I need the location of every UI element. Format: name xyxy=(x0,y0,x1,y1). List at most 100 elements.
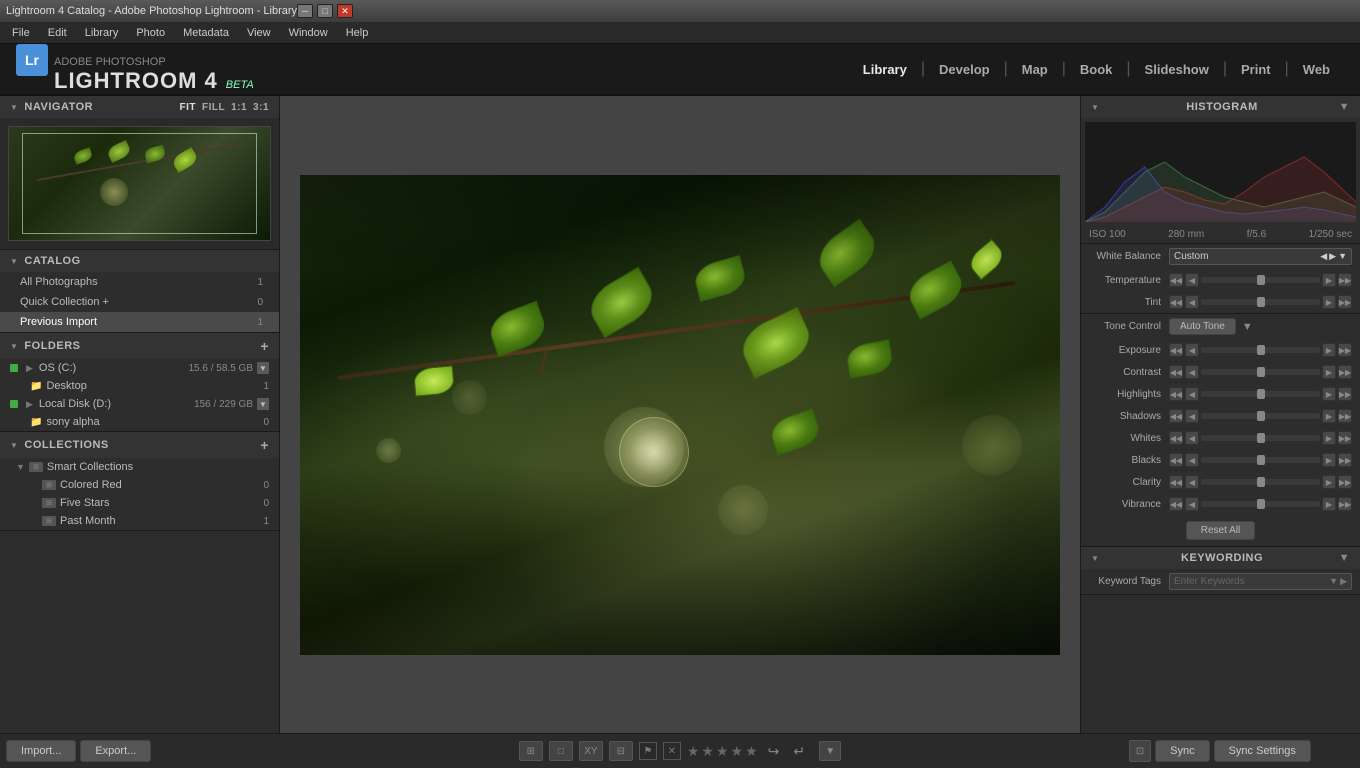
menu-edit[interactable]: Edit xyxy=(40,25,75,41)
nav-3to1-btn[interactable]: 3:1 xyxy=(253,102,269,113)
vibrance-increment[interactable]: ▶▶ xyxy=(1338,497,1352,511)
highlights-inc[interactable]: ▶ xyxy=(1322,387,1336,401)
loupe-view-btn[interactable]: □ xyxy=(549,741,573,761)
contrast-slider[interactable] xyxy=(1201,369,1320,375)
blacks-dec[interactable]: ◀ xyxy=(1185,453,1199,467)
highlights-slider[interactable] xyxy=(1201,391,1320,397)
exposure-inc[interactable]: ▶ xyxy=(1322,343,1336,357)
menu-photo[interactable]: Photo xyxy=(128,25,173,41)
folder-desktop[interactable]: 📁 Desktop 1 xyxy=(0,377,279,395)
vibrance-inc[interactable]: ▶ xyxy=(1322,497,1336,511)
contrast-increment[interactable]: ▶▶ xyxy=(1338,365,1352,379)
menu-library[interactable]: Library xyxy=(77,25,127,41)
blacks-decrement[interactable]: ◀◀ xyxy=(1169,453,1183,467)
folder-os-c[interactable]: ▶ OS (C:) 15.6 / 58.5 GB ▼ xyxy=(0,359,279,377)
folders-header[interactable]: ▼ Folders + xyxy=(0,333,279,359)
menu-view[interactable]: View xyxy=(239,25,279,41)
tint-increment[interactable]: ▶▶ xyxy=(1338,295,1352,309)
keyword-input[interactable]: Enter Keywords ▼▶ xyxy=(1169,573,1352,590)
blacks-increment[interactable]: ▶▶ xyxy=(1338,453,1352,467)
navigator-header[interactable]: ▼ Navigator FIT FILL 1:1 3:1 xyxy=(0,96,279,118)
clarity-dec[interactable]: ◀ xyxy=(1185,475,1199,489)
collections-add-btn[interactable]: + xyxy=(260,437,269,453)
contrast-decrement[interactable]: ◀◀ xyxy=(1169,365,1183,379)
nav-1to1-btn[interactable]: 1:1 xyxy=(231,102,247,113)
survey-view-btn[interactable]: ⊟ xyxy=(609,741,633,761)
whites-dec[interactable]: ◀ xyxy=(1185,431,1199,445)
vibrance-slider[interactable] xyxy=(1201,501,1320,507)
folder-sony-alpha[interactable]: 📁 sony alpha 0 xyxy=(0,413,279,431)
collection-colored-red[interactable]: ⊞ Colored Red 0 xyxy=(0,476,279,494)
clarity-inc[interactable]: ▶ xyxy=(1322,475,1336,489)
star-5[interactable]: ★ xyxy=(745,743,758,760)
star-1[interactable]: ★ xyxy=(687,743,700,760)
smart-collections-group[interactable]: ▼ ⊞ Smart Collections xyxy=(0,458,279,476)
temperature-slider[interactable] xyxy=(1201,277,1320,283)
tint-decrement[interactable]: ◀◀ xyxy=(1169,295,1183,309)
tint-dec[interactable]: ◀ xyxy=(1185,295,1199,309)
import-button[interactable]: Import... xyxy=(6,740,76,762)
exposure-decrement[interactable]: ◀◀ xyxy=(1169,343,1183,357)
shadows-dec[interactable]: ◀ xyxy=(1185,409,1199,423)
catalog-all-photos[interactable]: All Photographs 1 xyxy=(0,272,279,292)
menu-window[interactable]: Window xyxy=(281,25,336,41)
shadows-inc[interactable]: ▶ xyxy=(1322,409,1336,423)
sync-icon-btn[interactable]: ⊡ xyxy=(1129,740,1151,762)
nav-fit-btn[interactable]: FIT xyxy=(179,102,196,113)
exposure-increment[interactable]: ▶▶ xyxy=(1338,343,1352,357)
collection-five-stars[interactable]: ⊞ Five Stars 0 xyxy=(0,494,279,512)
auto-tone-button[interactable]: Auto Tone xyxy=(1169,318,1236,335)
folder-d-dropdown[interactable]: ▼ xyxy=(257,398,269,410)
close-button[interactable]: ✕ xyxy=(337,4,353,18)
vibrance-dec[interactable]: ◀ xyxy=(1185,497,1199,511)
rotate-cw-btn[interactable]: ↪ xyxy=(764,743,784,760)
blacks-slider[interactable] xyxy=(1201,457,1320,463)
whites-slider[interactable] xyxy=(1201,435,1320,441)
export-button[interactable]: Export... xyxy=(80,740,151,762)
vibrance-decrement[interactable]: ◀◀ xyxy=(1169,497,1183,511)
keywording-header[interactable]: ▼ Keywording ▼ xyxy=(1081,547,1360,569)
shadows-increment[interactable]: ▶▶ xyxy=(1338,409,1352,423)
maximize-button[interactable]: □ xyxy=(317,4,333,18)
grid-view-btn[interactable]: ⊞ xyxy=(519,741,543,761)
exposure-slider[interactable] xyxy=(1201,347,1320,353)
collections-header[interactable]: ▼ Collections + xyxy=(0,432,279,458)
nav-develop[interactable]: Develop xyxy=(925,56,1004,83)
clarity-slider[interactable] xyxy=(1201,479,1320,485)
folders-add-btn[interactable]: + xyxy=(260,338,269,354)
histogram-header[interactable]: ▼ Histogram ▼ xyxy=(1081,96,1360,118)
catalog-quick-collection[interactable]: Quick Collection + 0 xyxy=(0,292,279,312)
nav-map[interactable]: Map xyxy=(1008,56,1062,83)
blacks-inc[interactable]: ▶ xyxy=(1322,453,1336,467)
flag-btn[interactable]: ⚑ xyxy=(639,742,657,760)
folder-local-d[interactable]: ▶ Local Disk (D:) 156 / 229 GB ▼ xyxy=(0,395,279,413)
catalog-previous-import[interactable]: Previous Import 1 xyxy=(0,312,279,332)
sync-button[interactable]: Sync xyxy=(1155,740,1209,762)
reject-btn[interactable]: ✕ xyxy=(663,742,681,760)
exposure-dec[interactable]: ◀ xyxy=(1185,343,1199,357)
temp-decrement[interactable]: ◀◀ xyxy=(1169,273,1183,287)
temp-increment[interactable]: ▶▶ xyxy=(1338,273,1352,287)
clarity-increment[interactable]: ▶▶ xyxy=(1338,475,1352,489)
menu-metadata[interactable]: Metadata xyxy=(175,25,237,41)
tint-slider[interactable] xyxy=(1201,299,1320,305)
highlights-increment[interactable]: ▶▶ xyxy=(1338,387,1352,401)
nav-slideshow[interactable]: Slideshow xyxy=(1131,56,1223,83)
contrast-dec[interactable]: ◀ xyxy=(1185,365,1199,379)
nav-book[interactable]: Book xyxy=(1066,56,1127,83)
nav-fill-btn[interactable]: FILL xyxy=(202,102,225,113)
reset-all-button[interactable]: Reset All xyxy=(1186,521,1255,540)
star-2[interactable]: ★ xyxy=(701,743,714,760)
highlights-decrement[interactable]: ◀◀ xyxy=(1169,387,1183,401)
toolbar-more-btn[interactable]: ▼ xyxy=(819,741,841,761)
highlights-dec[interactable]: ◀ xyxy=(1185,387,1199,401)
clarity-decrement[interactable]: ◀◀ xyxy=(1169,475,1183,489)
tint-inc[interactable]: ▶ xyxy=(1322,295,1336,309)
wb-select[interactable]: Custom ◀ ▶ ▼ xyxy=(1169,248,1352,265)
menu-file[interactable]: File xyxy=(4,25,38,41)
whites-increment[interactable]: ▶▶ xyxy=(1338,431,1352,445)
catalog-header[interactable]: ▼ Catalog xyxy=(0,250,279,272)
compare-view-btn[interactable]: XY xyxy=(579,741,603,761)
whites-decrement[interactable]: ◀◀ xyxy=(1169,431,1183,445)
nav-library[interactable]: Library xyxy=(849,56,921,83)
